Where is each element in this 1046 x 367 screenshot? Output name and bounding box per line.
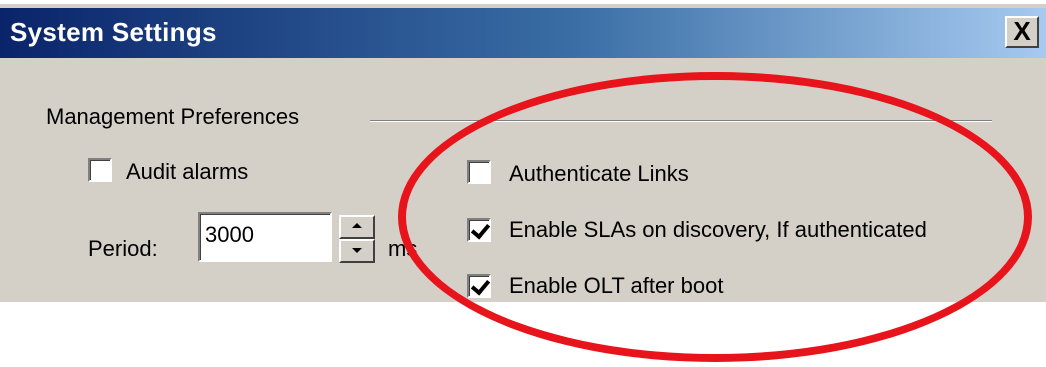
audit-alarms-label: Audit alarms bbox=[126, 159, 249, 184]
group-title: Management Preferences bbox=[46, 104, 300, 129]
enable-olt-checkbox[interactable] bbox=[467, 274, 491, 298]
system-settings-dialog: System Settings X Management Preferences… bbox=[0, 0, 1046, 302]
period-label: Period: bbox=[88, 236, 158, 261]
dialog-title: System Settings bbox=[10, 17, 217, 47]
close-button[interactable]: X bbox=[1005, 16, 1039, 48]
enable-slas-label: Enable SLAs on discovery, If authenticat… bbox=[509, 217, 927, 242]
enable-slas-checkbox[interactable] bbox=[467, 218, 491, 242]
authenticate-links-label: Authenticate Links bbox=[509, 161, 689, 186]
spinner-up-icon[interactable] bbox=[339, 215, 375, 239]
period-unit: ms bbox=[388, 236, 418, 261]
audit-alarms-checkbox[interactable] bbox=[88, 158, 112, 182]
authenticate-links-checkbox[interactable] bbox=[467, 160, 491, 184]
period-input[interactable]: 3000 bbox=[198, 212, 332, 262]
group-divider bbox=[370, 120, 992, 122]
enable-olt-label: Enable OLT after boot bbox=[509, 273, 724, 298]
spinner-down-icon[interactable] bbox=[339, 239, 375, 263]
title-bar[interactable]: System Settings X bbox=[0, 8, 1046, 58]
